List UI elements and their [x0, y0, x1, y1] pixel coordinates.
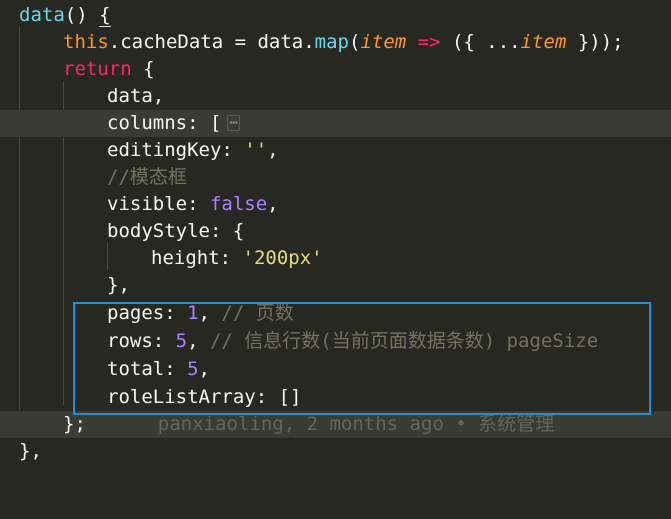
code-line[interactable]: data,	[0, 83, 671, 110]
code-line[interactable]: bodyStyle: {	[0, 218, 671, 245]
code-line-current[interactable]: columns: [⋯	[0, 110, 671, 137]
code-line[interactable]: height: '200px'	[0, 245, 671, 272]
code-editor[interactable]: data() { this.cacheData = data.map(item …	[0, 0, 671, 462]
git-blame-annotation: panxiaoling, 2 months ago • 系统管理	[157, 413, 555, 435]
comment: //模态框	[107, 166, 187, 188]
code-line[interactable]: //模态框	[0, 164, 671, 191]
comment: // 信息行数(当前页面数据条数) pageSize	[209, 330, 599, 352]
comment: // 页数	[221, 302, 294, 324]
code-line[interactable]: visible: false,	[0, 191, 671, 218]
code-line[interactable]: editingKey: '',	[0, 137, 671, 164]
code-line[interactable]: this.cacheData = data.map(item => ({ ...…	[0, 29, 671, 56]
code-line[interactable]: data() {	[0, 2, 671, 29]
fold-ellipsis-icon[interactable]: ⋯	[227, 115, 240, 131]
function-name: data	[19, 4, 65, 26]
matched-brace: {	[99, 4, 111, 27]
code-line[interactable]: return {	[0, 56, 671, 83]
code-line[interactable]: roleListArray: []	[0, 384, 671, 411]
code-line[interactable]: rows: 5, // 信息行数(当前页面数据条数) pageSize	[0, 328, 671, 355]
code-line[interactable]: total: 5,	[0, 356, 671, 383]
code-line-blame[interactable]: }; panxiaoling, 2 months ago • 系统管理	[0, 411, 671, 438]
code-line[interactable]: pages: 1, // 页数	[0, 300, 671, 327]
code-line[interactable]: },	[0, 272, 671, 299]
